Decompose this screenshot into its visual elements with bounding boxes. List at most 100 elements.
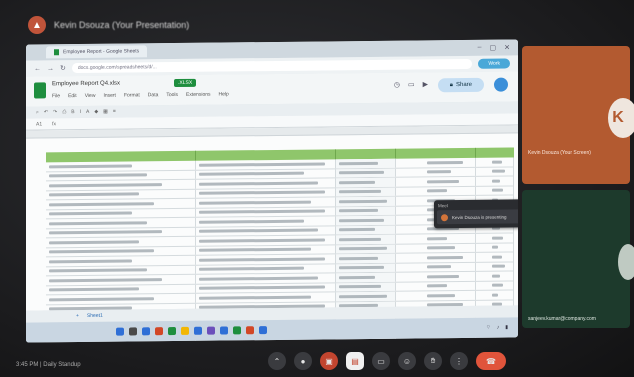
participant-tile[interactable]: sanjeev.kumar@company.com <box>522 190 634 328</box>
row-number[interactable] <box>30 295 42 305</box>
table-cell[interactable] <box>396 167 476 177</box>
comment-icon[interactable]: ▭ <box>408 81 415 89</box>
table-cell[interactable] <box>46 227 196 238</box>
table-cell[interactable] <box>46 236 196 247</box>
table-cell[interactable] <box>396 262 476 272</box>
table-cell[interactable] <box>196 187 336 198</box>
header-cell[interactable] <box>476 147 514 157</box>
row-number[interactable] <box>30 276 42 286</box>
row-number[interactable] <box>30 229 42 239</box>
table-cell[interactable] <box>396 176 476 187</box>
captions-icon[interactable]: ▤ <box>346 352 364 370</box>
table-cell[interactable] <box>46 255 196 266</box>
align-icon[interactable]: ≡ <box>113 109 116 115</box>
minimize-icon[interactable]: – <box>478 44 482 52</box>
volume-icon[interactable]: ♪ <box>497 325 500 331</box>
print-icon[interactable]: ⎙ <box>62 109 66 115</box>
table-cell[interactable] <box>46 284 196 295</box>
table-cell[interactable] <box>196 263 336 274</box>
taskbar-app-icon[interactable] <box>259 326 267 335</box>
taskbar-app-icon[interactable] <box>129 327 137 336</box>
undo-icon[interactable]: ↶ <box>44 109 48 115</box>
avatar[interactable] <box>494 77 508 92</box>
table-cell[interactable] <box>46 274 196 285</box>
profile-pill[interactable]: Work <box>478 58 510 69</box>
row-number[interactable] <box>30 181 42 191</box>
table-cell[interactable] <box>196 225 336 236</box>
table-cell[interactable] <box>396 290 476 301</box>
table-cell[interactable] <box>46 198 196 209</box>
camera-off-icon[interactable]: ▣ <box>320 352 338 370</box>
table-cell[interactable] <box>476 252 514 262</box>
table-cell[interactable] <box>476 337 514 343</box>
present-icon[interactable]: ▭ <box>372 352 390 370</box>
table-cell[interactable] <box>476 176 514 186</box>
table-cell[interactable] <box>396 281 476 291</box>
table-cell[interactable] <box>336 158 396 168</box>
table-cell[interactable] <box>336 168 396 178</box>
table-cell[interactable] <box>46 246 196 257</box>
battery-icon[interactable]: ▮ <box>505 325 508 331</box>
table-cell[interactable] <box>196 292 336 303</box>
taskbar-app-icon[interactable] <box>194 326 202 335</box>
taskbar-app-icon[interactable] <box>168 327 176 336</box>
row-number[interactable] <box>30 267 42 277</box>
participant-tile[interactable]: K Kevin Dsouza (Your Screen) <box>522 46 634 184</box>
header-cell[interactable] <box>336 148 396 160</box>
menu-edit[interactable]: Edit <box>68 93 77 99</box>
menu-data[interactable]: Data <box>148 92 159 98</box>
maximize-icon[interactable]: ▢ <box>490 44 497 52</box>
emoji-icon[interactable]: ☺ <box>398 352 416 370</box>
table-cell[interactable] <box>476 242 514 252</box>
table-cell[interactable] <box>336 215 396 225</box>
text-color-icon[interactable]: A <box>86 109 89 115</box>
browser-tab[interactable]: Employee Report - Google Sheets <box>46 45 148 59</box>
table-cell[interactable] <box>196 254 336 265</box>
table-cell[interactable] <box>336 206 396 216</box>
table-cell[interactable] <box>336 196 396 206</box>
table-cell[interactable] <box>336 282 396 292</box>
table-cell[interactable] <box>336 272 396 282</box>
row-number[interactable] <box>30 248 42 258</box>
menu-help[interactable]: Help <box>219 91 229 97</box>
document-title[interactable]: Employee Report Q4.xlsx <box>52 81 120 88</box>
taskbar-app-icon[interactable] <box>142 327 150 336</box>
share-button[interactable]: 🔒︎ Share <box>437 77 484 93</box>
menu-format[interactable]: Format <box>124 92 140 98</box>
table-cell[interactable] <box>396 157 476 168</box>
table-cell[interactable] <box>336 177 396 187</box>
table-cell[interactable] <box>336 253 396 263</box>
table-cell[interactable] <box>196 282 336 293</box>
table-cell[interactable] <box>396 186 476 196</box>
table-cell[interactable] <box>196 273 336 284</box>
add-sheet-icon[interactable]: + <box>76 313 79 319</box>
meet-icon[interactable]: ▶ <box>423 80 428 88</box>
table-cell[interactable] <box>196 216 336 227</box>
table-cell[interactable] <box>476 166 514 176</box>
table-cell[interactable] <box>196 206 336 217</box>
table-cell[interactable] <box>196 197 336 208</box>
taskbar-app-icon[interactable] <box>116 327 124 336</box>
table-cell[interactable] <box>336 263 396 273</box>
table-cell[interactable] <box>46 293 196 304</box>
table-cell[interactable] <box>476 271 514 281</box>
table-cell[interactable] <box>476 157 514 167</box>
table-cell[interactable] <box>196 159 336 170</box>
row-number[interactable] <box>30 238 42 248</box>
table-cell[interactable] <box>196 235 336 246</box>
taskbar-app-icon[interactable] <box>233 326 241 335</box>
table-cell[interactable] <box>396 338 476 343</box>
row-number[interactable] <box>30 191 42 201</box>
table-cell[interactable] <box>336 244 396 254</box>
table-cell[interactable] <box>196 244 336 255</box>
table-cell[interactable] <box>476 233 514 243</box>
end-call-icon[interactable]: ☎︎ <box>476 352 506 370</box>
more-icon[interactable]: ⋮ <box>450 352 468 370</box>
close-icon[interactable]: ✕ <box>504 44 510 52</box>
history-icon[interactable]: ◷ <box>394 81 400 89</box>
table-cell[interactable] <box>196 178 336 189</box>
table-cell[interactable] <box>46 265 196 276</box>
row-number[interactable] <box>30 172 42 182</box>
table-cell[interactable] <box>46 189 196 200</box>
taskbar-app-icon[interactable] <box>207 326 215 335</box>
